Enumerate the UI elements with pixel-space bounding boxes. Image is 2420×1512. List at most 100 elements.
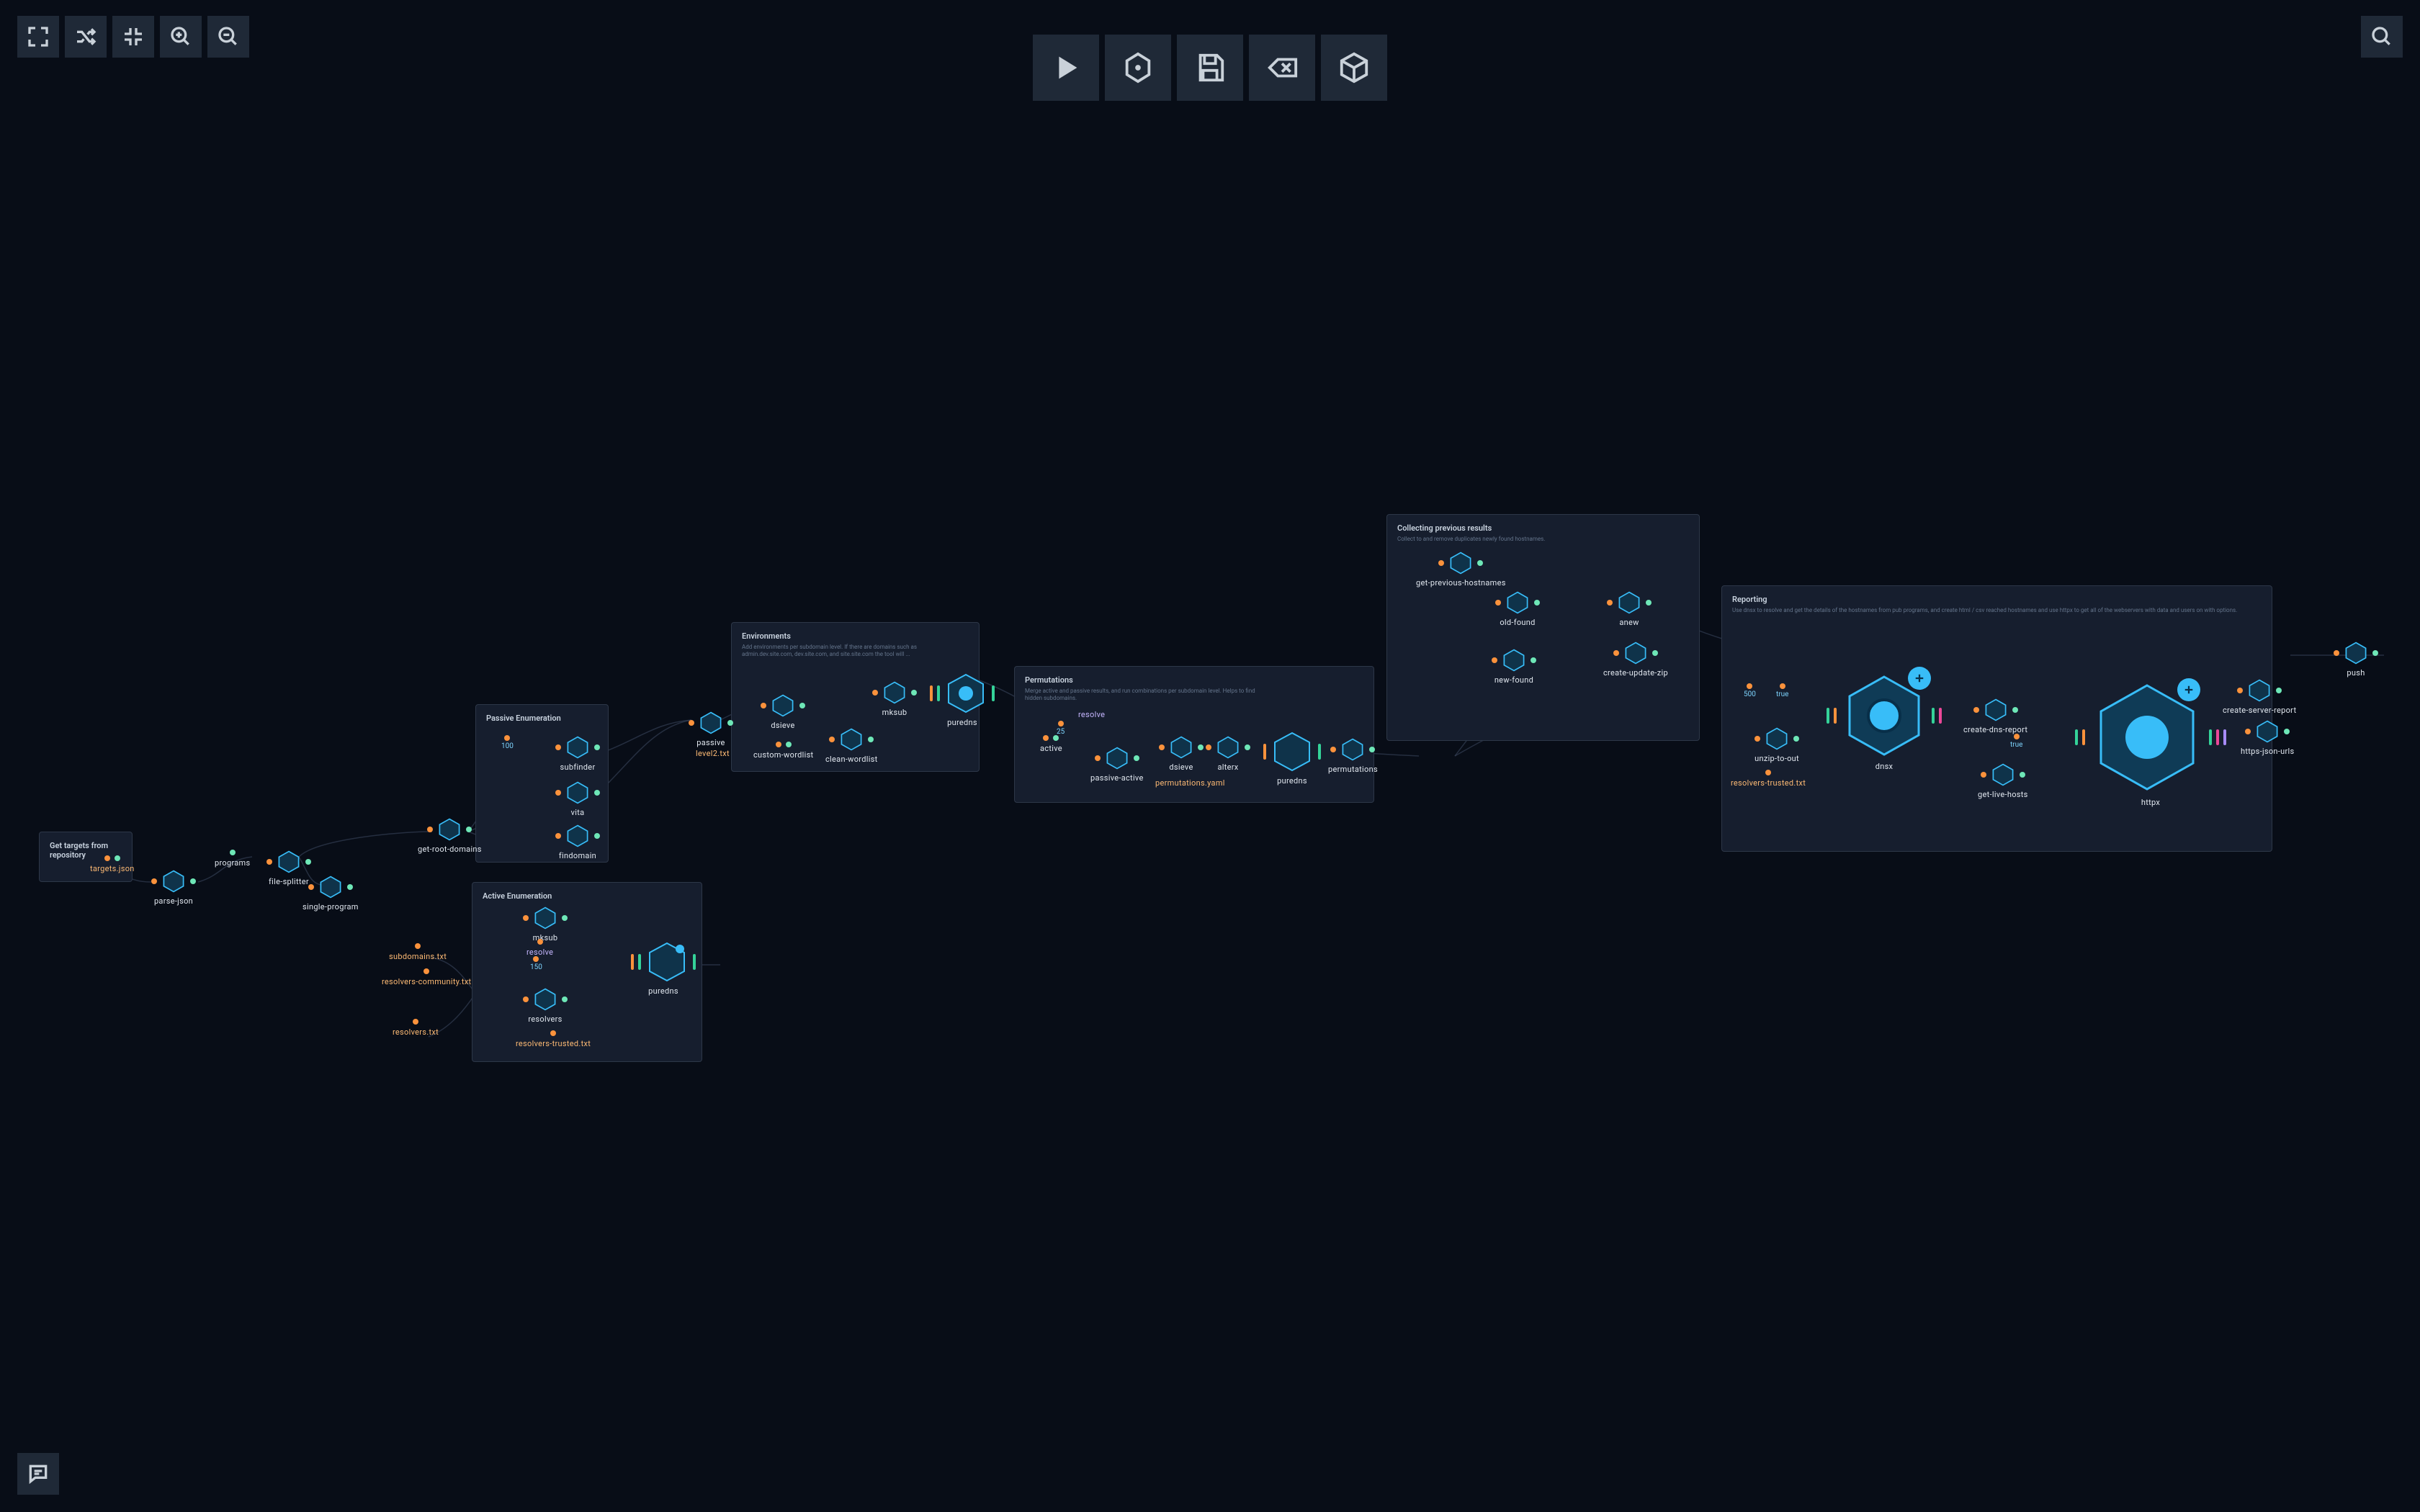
node-create-server-report[interactable]: create-server-report	[2223, 678, 2296, 715]
node-label: resolvers-community.txt	[382, 977, 471, 986]
node-resolvers-txt[interactable]: resolvers.txt	[393, 1019, 439, 1037]
node-env-puredns[interactable]: puredns	[930, 672, 995, 727]
node-label: level2.txt	[696, 749, 730, 758]
node-single-program[interactable]: single-program	[302, 875, 359, 912]
node-label: create-server-report	[2223, 706, 2296, 715]
workflow-canvas[interactable]: Get targets from repository targets.json…	[0, 0, 2420, 1512]
node-rp-true2[interactable]: true	[2010, 734, 2022, 749]
group-desc: Collect to and remove duplicates newly f…	[1397, 536, 1628, 543]
node-label: targets.json	[90, 864, 135, 873]
node-env-dsieve[interactable]: dsieve	[761, 693, 805, 730]
node-programs[interactable]: programs	[215, 850, 250, 868]
node-label: resolve	[1078, 710, 1105, 719]
node-findomain[interactable]: findomain	[555, 824, 600, 860]
node-pm-permutations[interactable]: permutations	[1328, 737, 1378, 774]
group-reporting[interactable]: Reporting Use dnsx to resolve and get th…	[1721, 585, 2272, 852]
group-environments[interactable]: Environments Add environments per subdom…	[731, 622, 980, 772]
node-custom-wordlist[interactable]: custom-wordlist	[753, 742, 813, 760]
node-label: vita	[571, 808, 585, 817]
node-label: dsieve	[771, 721, 794, 730]
node-unzip-to-out[interactable]: unzip-to-out	[1754, 726, 1799, 763]
node-label: resolvers.txt	[393, 1027, 439, 1037]
node-pm-25[interactable]: 25	[1057, 721, 1065, 736]
node-get-live-hosts[interactable]: get-live-hosts	[1978, 762, 2028, 799]
node-pm-dsieve[interactable]: dsieve	[1159, 735, 1204, 772]
node-label: get-root-domains	[418, 845, 482, 854]
node-label: old-found	[1500, 618, 1535, 627]
node-vita[interactable]: vita	[555, 780, 600, 817]
node-pm-active[interactable]: active	[1040, 735, 1062, 753]
node-create-update-zip[interactable]: create-update-zip	[1603, 641, 1668, 678]
node-ae-mksub[interactable]: mksub	[523, 906, 568, 942]
node-env-mksub[interactable]: mksub	[872, 680, 917, 717]
node-subdomains-txt[interactable]: subdomains.txt	[389, 943, 447, 961]
node-targets-json[interactable]: targets.json	[90, 855, 135, 873]
node-old-found[interactable]: old-found	[1495, 590, 1540, 627]
node-label: custom-wordlist	[753, 750, 813, 760]
node-value: 500	[1744, 690, 1756, 698]
node-rp-500[interactable]: 500	[1744, 683, 1756, 698]
node-label: dsieve	[1169, 762, 1193, 772]
node-clean-wordlist[interactable]: clean-wordlist	[825, 727, 878, 764]
node-label: parse-json	[154, 896, 193, 906]
node-value-100[interactable]: 100	[501, 735, 514, 750]
node-label: get-live-hosts	[1978, 790, 2028, 799]
group-title: Reporting	[1732, 595, 2262, 604]
node-passive[interactable]: passive	[689, 711, 733, 747]
group-title: Active Enumeration	[483, 891, 691, 901]
node-label: push	[2347, 668, 2365, 678]
group-desc: Use dnsx to resolve and get the details …	[1732, 607, 2251, 614]
node-get-previous-hostnames[interactable]: get-previous-hostnames	[1416, 551, 1506, 588]
node-ae-resolve[interactable]: resolve	[526, 939, 553, 957]
node-rp-true[interactable]: true	[1776, 683, 1788, 698]
badge-httpx[interactable]	[2177, 678, 2200, 701]
group-title: Collecting previous results	[1397, 523, 1689, 533]
node-pm-passive-active[interactable]: passive-active	[1090, 746, 1144, 783]
node-pm-puredns[interactable]: puredns	[1263, 730, 1321, 786]
node-rp-resolvers-trusted[interactable]: resolvers-trusted.txt	[1731, 770, 1806, 788]
group-title: Passive Enumeration	[486, 714, 598, 723]
node-pm-resolve[interactable]: resolve	[1078, 710, 1105, 719]
group-active-enum[interactable]: Active Enumeration mksub resolve 150 res…	[472, 882, 702, 1062]
node-ae-resolvers[interactable]: resolvers	[523, 987, 568, 1024]
node-label: create-update-zip	[1603, 668, 1668, 678]
node-label: clean-wordlist	[825, 755, 878, 764]
node-ae-puredns[interactable]: puredns	[631, 940, 696, 996]
node-httpx[interactable]: httpx	[2075, 680, 2226, 807]
node-label: dnsx	[1876, 762, 1894, 771]
node-label: findomain	[559, 851, 596, 860]
node-value: 100	[501, 742, 514, 750]
node-pm-yaml[interactable]: permutations.yaml	[1155, 778, 1225, 788]
group-title: Permutations	[1025, 675, 1363, 685]
node-label: puredns	[1277, 776, 1307, 786]
group-passive-enum[interactable]: Passive Enumeration 100 subfinder vita f…	[475, 704, 609, 863]
node-label: alterx	[1217, 762, 1238, 772]
node-label: new-found	[1494, 675, 1533, 685]
group-desc: Add environments per subdomain level. If…	[742, 644, 969, 659]
node-label: unzip-to-out	[1754, 754, 1799, 763]
node-label: subdomains.txt	[389, 952, 447, 961]
node-parse-json[interactable]: parse-json	[151, 869, 196, 906]
node-resolvers-community[interactable]: resolvers-community.txt	[382, 968, 471, 986]
node-create-dns-report[interactable]: create-dns-report	[1963, 698, 2027, 734]
node-get-root-domains[interactable]: get-root-domains	[418, 817, 482, 854]
node-push[interactable]: push	[2334, 641, 2378, 678]
node-level2[interactable]: level2.txt	[696, 749, 730, 758]
node-label: resolvers	[528, 1014, 562, 1024]
group-get-targets[interactable]: Get targets from repository targets.json	[39, 832, 133, 882]
node-label: subfinder	[560, 762, 596, 772]
node-label: resolvers-trusted.txt	[516, 1039, 591, 1048]
node-new-found[interactable]: new-found	[1492, 648, 1536, 685]
node-ae-resolvers-trusted[interactable]: resolvers-trusted.txt	[516, 1030, 591, 1048]
node-https-json-urls[interactable]: https-json-urls	[2241, 719, 2295, 756]
node-pm-alterx[interactable]: alterx	[1206, 735, 1250, 772]
group-permutations[interactable]: Permutations Merge active and passive re…	[1014, 666, 1374, 803]
group-collecting[interactable]: Collecting previous results Collect to a…	[1386, 514, 1700, 741]
node-anew[interactable]: anew	[1607, 590, 1652, 627]
node-ae-150[interactable]: 150	[530, 956, 542, 971]
node-label: passive	[696, 738, 725, 747]
badge-dnsx[interactable]	[1908, 667, 1931, 690]
node-label: passive-active	[1090, 773, 1144, 783]
node-subfinder[interactable]: subfinder	[555, 735, 600, 772]
node-label: https-json-urls	[2241, 747, 2295, 756]
